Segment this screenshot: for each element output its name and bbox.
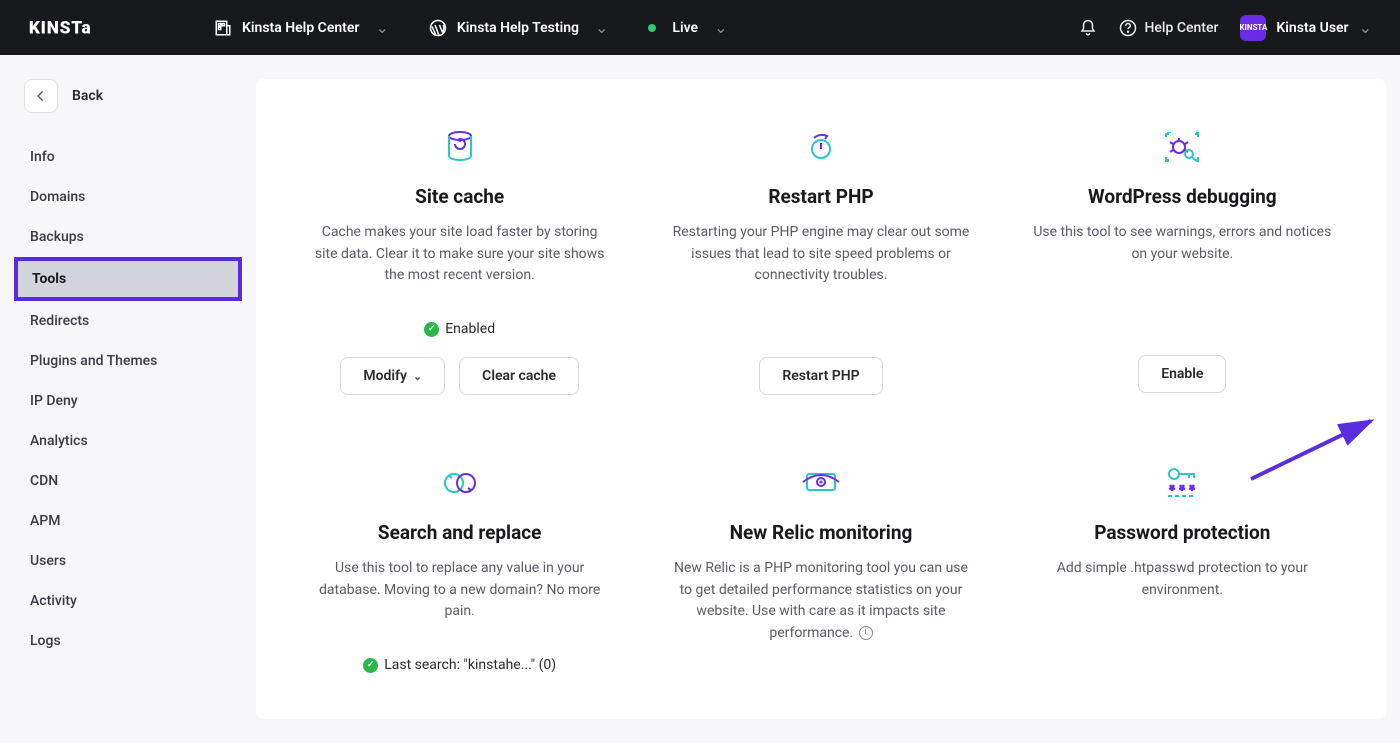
back-button[interactable] xyxy=(24,79,58,113)
restart-icon xyxy=(805,127,837,167)
kinsta-logo[interactable]: KINSTa xyxy=(28,17,124,39)
card-password-protection: Password protection Add simple .htpasswd… xyxy=(1017,463,1348,693)
card-title: Password protection xyxy=(1094,521,1270,544)
sidebar-item-cdn[interactable]: CDN xyxy=(0,461,256,501)
help-center-link[interactable]: Help Center xyxy=(1119,19,1219,37)
restart-php-button[interactable]: Restart PHP xyxy=(759,357,882,395)
card-title: New Relic monitoring xyxy=(730,521,913,544)
user-menu[interactable]: KINSTA Kinsta User ⌄ xyxy=(1240,15,1372,41)
card-wp-debugging: WordPress debugging Use this tool to see… xyxy=(1017,127,1348,395)
card-desc: New Relic is a PHP monitoring tool you c… xyxy=(671,558,971,645)
sidebar-item-analytics[interactable]: Analytics xyxy=(0,421,256,461)
sidebar-item-backups[interactable]: Backups xyxy=(0,217,256,257)
chevron-down-icon: ⌄ xyxy=(375,18,388,37)
status-label: Last search: "kinstahe..." (0) xyxy=(384,657,556,673)
sidebar: Back Info Domains Backups Tools Redirect… xyxy=(0,55,256,743)
nav-list: Info Domains Backups Tools Redirects Plu… xyxy=(0,137,256,661)
arrow-left-icon xyxy=(34,89,48,103)
notifications-button[interactable] xyxy=(1079,19,1097,37)
sidebar-item-info[interactable]: Info xyxy=(0,137,256,177)
last-search-status: Last search: "kinstahe..." (0) xyxy=(363,657,556,673)
card-title: WordPress debugging xyxy=(1088,185,1277,208)
modify-label: Modify xyxy=(363,368,407,384)
card-search-replace: Search and replace Use this tool to repl… xyxy=(294,463,625,693)
environment-selector[interactable]: Live ⌄ xyxy=(638,12,737,43)
avatar: KINSTA xyxy=(1240,15,1266,41)
card-desc: Restarting your PHP engine may clear out… xyxy=(671,222,971,287)
environment-label: Live xyxy=(672,20,698,36)
clear-cache-button[interactable]: Clear cache xyxy=(459,357,579,395)
card-title: Site cache xyxy=(415,185,504,208)
chevron-down-icon: ⌄ xyxy=(595,18,608,37)
check-circle-icon xyxy=(363,658,378,673)
chevron-down-icon: ⌄ xyxy=(413,370,422,383)
sidebar-item-tools[interactable]: Tools xyxy=(0,257,256,301)
sidebar-item-redirects[interactable]: Redirects xyxy=(0,301,256,341)
live-dot-icon xyxy=(648,24,656,32)
sidebar-item-domains[interactable]: Domains xyxy=(0,177,256,217)
user-name-label: Kinsta User xyxy=(1276,20,1348,36)
swap-icon xyxy=(442,463,478,503)
sidebar-item-logs[interactable]: Logs xyxy=(0,621,256,661)
sidebar-item-tools-label: Tools xyxy=(14,257,242,301)
card-title: Search and replace xyxy=(378,521,542,544)
enabled-status: Enabled xyxy=(424,321,495,337)
card-desc: Cache makes your site load faster by sto… xyxy=(310,222,610,287)
sidebar-item-apm[interactable]: APM xyxy=(0,501,256,541)
site-selector-label: Kinsta Help Center xyxy=(242,20,359,36)
card-desc: Use this tool to replace any value in yo… xyxy=(310,558,610,623)
chevron-down-icon: ⌄ xyxy=(714,18,727,37)
eye-monitor-icon xyxy=(801,463,841,503)
app-selector[interactable]: Kinsta Help Testing ⌄ xyxy=(419,12,619,43)
key-password-icon xyxy=(1164,463,1200,503)
card-new-relic: New Relic monitoring New Relic is a PHP … xyxy=(655,463,986,693)
chevron-down-icon: ⌄ xyxy=(1359,18,1372,37)
topbar: KINSTa Kinsta Help Center ⌄ Kinsta Help … xyxy=(0,0,1400,55)
card-site-cache: Site cache Cache makes your site load fa… xyxy=(294,127,625,395)
bug-scan-icon xyxy=(1165,127,1199,167)
wordpress-icon xyxy=(429,19,447,37)
sidebar-item-users[interactable]: Users xyxy=(0,541,256,581)
help-icon xyxy=(1119,19,1137,37)
bell-icon xyxy=(1079,19,1097,37)
card-desc: Use this tool to see warnings, errors an… xyxy=(1032,222,1332,265)
status-label: Enabled xyxy=(445,321,495,337)
site-selector[interactable]: Kinsta Help Center ⌄ xyxy=(204,12,399,43)
help-center-label: Help Center xyxy=(1145,20,1219,36)
info-icon[interactable]: i xyxy=(859,626,873,640)
card-desc: Add simple .htpasswd protection to your … xyxy=(1032,558,1332,601)
check-circle-icon xyxy=(424,322,439,337)
svg-text:KINSTa: KINSTa xyxy=(29,18,92,38)
enable-button[interactable]: Enable xyxy=(1138,355,1226,393)
back-label: Back xyxy=(72,88,103,104)
app-selector-label: Kinsta Help Testing xyxy=(457,20,579,36)
modify-button[interactable]: Modify ⌄ xyxy=(340,357,445,395)
card-title: Restart PHP xyxy=(768,185,873,208)
building-icon xyxy=(214,19,232,37)
sidebar-item-plugins-themes[interactable]: Plugins and Themes xyxy=(0,341,256,381)
database-refresh-icon xyxy=(445,127,475,167)
card-restart-php: Restart PHP Restarting your PHP engine m… xyxy=(655,127,986,395)
sidebar-item-ip-deny[interactable]: IP Deny xyxy=(0,381,256,421)
tools-panel: Site cache Cache makes your site load fa… xyxy=(256,79,1386,719)
sidebar-item-activity[interactable]: Activity xyxy=(0,581,256,621)
